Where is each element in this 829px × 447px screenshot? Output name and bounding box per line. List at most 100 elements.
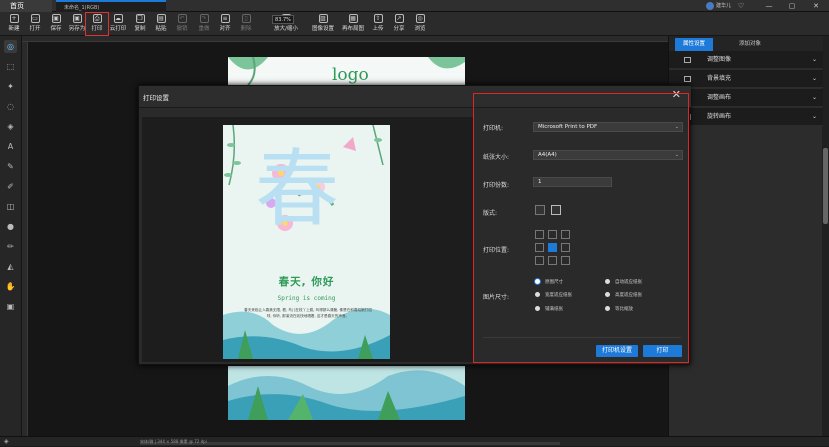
undo-icon: ↶ — [177, 14, 187, 23]
avatar[interactable] — [706, 2, 714, 10]
tab-home[interactable]: 首页 — [0, 0, 52, 12]
portrait-layout-icon[interactable] — [535, 205, 545, 215]
image-size-radio[interactable]: 原图尺寸 — [535, 279, 563, 286]
panel-row-background-fill[interactable]: 背景填充 ⌄ — [669, 70, 823, 88]
printer-icon: ⎙ — [92, 14, 102, 23]
panel-row-adjust-canvas[interactable]: 调整画布 ⌄ — [669, 89, 823, 107]
pen-tool-icon[interactable]: ✎ — [4, 160, 17, 173]
text-tool-icon[interactable]: A — [4, 140, 17, 153]
minimize-icon[interactable]: — — [762, 0, 776, 12]
toolbar-label: 删除 — [240, 26, 252, 32]
tab-add-object[interactable]: 添加对象 — [731, 38, 769, 51]
toolbar-image-settings-button[interactable]: ▨ 图像设置 — [312, 13, 334, 35]
zoom-tool-icon[interactable]: ◎ — [4, 40, 17, 53]
toolbar-save-as-button[interactable]: ▣ 另存为 — [66, 13, 88, 35]
image-size-radio[interactable]: 高度适应纸张 — [605, 292, 642, 299]
scroll-thumb[interactable] — [823, 148, 828, 224]
panel-row-label: 调整画布 — [707, 94, 732, 101]
toolbar-printer-button[interactable]: ⎙ 打印 — [85, 12, 109, 36]
panel-tabs: 属性设置 添加对象 — [669, 36, 823, 51]
toolbar-browse-button[interactable]: ◎ 浏览 — [409, 13, 431, 35]
open-folder-icon: ▭ — [30, 14, 40, 23]
lasso-icon[interactable]: ◌ — [4, 100, 17, 113]
eraser-icon[interactable]: ◫ — [4, 200, 17, 213]
vertical-scrollbar[interactable] — [822, 36, 829, 436]
chevron-down-icon: ⌄ — [674, 124, 679, 130]
marquee-tool-icon[interactable]: ⬚ — [4, 60, 17, 73]
toolbar-label: 上传 — [372, 26, 384, 32]
image-size-radio[interactable]: 等比缩放 — [605, 306, 633, 313]
new-icon: + — [9, 14, 19, 23]
main-toolbar: +新建▭打开▣保存▣另存为⎙打印☁云打印❐复制▤粘贴↶撤销↷重做≡对齐▯删除⊕放… — [0, 12, 829, 36]
print-button[interactable]: 打印 — [643, 345, 682, 357]
toolbar-label: 放大/缩小 — [274, 26, 298, 32]
magic-wand-icon[interactable]: ✦ — [4, 80, 17, 93]
fill-icon[interactable]: ◈ — [4, 120, 17, 133]
radio-label: 自动适应纸张 — [615, 280, 642, 285]
dialog-title: 打印设置 — [143, 94, 169, 102]
close-window-icon[interactable]: ✕ — [809, 0, 823, 12]
toolbar-new-button[interactable]: + 新建 — [3, 13, 25, 35]
tab-properties[interactable]: 属性设置 — [675, 38, 713, 51]
position-cell[interactable] — [548, 256, 557, 265]
layers-icon[interactable]: ◈ — [4, 438, 9, 445]
toolbar-label: 图像设置 — [312, 26, 335, 32]
blur-icon[interactable]: ● — [4, 220, 17, 233]
position-label: 打印位置: — [483, 247, 510, 254]
panel-row-rotate-canvas[interactable]: 旋转画布 ⌄ — [669, 108, 823, 126]
image-size-radio[interactable]: 铺满纸张 — [535, 306, 563, 313]
brush-icon[interactable]: ✐ — [4, 180, 17, 193]
position-cell[interactable] — [548, 243, 557, 252]
toolbar-undo-button[interactable]: ↶ 撤销 — [171, 13, 193, 35]
save-as-icon: ▣ — [72, 14, 82, 23]
copies-input[interactable]: 1 — [533, 177, 612, 187]
toolbar-share-button[interactable]: ↗ 分享 — [388, 13, 410, 35]
canvas-image-top[interactable]: logo — [228, 57, 465, 87]
image-size-radio[interactable]: 宽度适应纸张 — [535, 292, 572, 299]
position-cell[interactable] — [561, 230, 570, 239]
toolbar-label: 撤销 — [176, 26, 188, 32]
printer-value: Microsoft Print to PDF — [538, 124, 598, 130]
username[interactable]: 建华儿 — [716, 1, 731, 11]
paper-size-select[interactable]: A4(A4) ⌄ — [533, 150, 683, 160]
toolbar-save-button[interactable]: ▣ 保存 — [45, 13, 67, 35]
chevron-down-icon: ⌄ — [811, 56, 817, 63]
pencil-icon[interactable]: ✏ — [4, 240, 17, 253]
poster-glyph: 春 — [255, 140, 340, 238]
canvas-image-bottom[interactable] — [228, 366, 465, 420]
position-cell[interactable] — [561, 243, 570, 252]
position-cell[interactable] — [561, 256, 570, 265]
toolbar-upload-button[interactable]: ⇧ 上传 — [367, 13, 389, 35]
toolbar-open-folder-button[interactable]: ▭ 打开 — [24, 13, 46, 35]
printer-settings-button[interactable]: 打印机设置 — [596, 345, 638, 357]
toolbar-relayout-button[interactable]: ▦ 再布局图 — [342, 13, 364, 35]
shape-icon[interactable]: ◭ — [4, 260, 17, 273]
landscape-layout-icon[interactable] — [551, 205, 561, 215]
paper-size-label: 纸张大小: — [483, 154, 510, 161]
panel-row-adjust-image[interactable]: 调整图像 ⌄ — [669, 51, 823, 69]
toolbar-copy-button[interactable]: ❐ 复制 — [129, 13, 151, 35]
position-cell[interactable] — [535, 256, 544, 265]
toolbar-paste-button[interactable]: ▤ 粘贴 — [150, 13, 172, 35]
toolbar-cloud-print-button[interactable]: ☁ 云打印 — [107, 13, 129, 35]
toolbar-label: 新建 — [8, 26, 20, 32]
printer-select[interactable]: Microsoft Print to PDF ⌄ — [533, 122, 683, 132]
position-cell[interactable] — [548, 230, 557, 239]
zoom-input[interactable]: 83.7% — [272, 15, 294, 24]
align-icon: ≡ — [220, 14, 230, 23]
crop-icon[interactable]: ▣ — [4, 300, 17, 313]
image-size-radio[interactable]: 自动适应纸张 — [605, 279, 642, 286]
radio-dot-icon — [605, 292, 610, 297]
toolbar-align-button[interactable]: ≡ 对齐 — [214, 13, 236, 35]
radio-dot-icon — [535, 306, 540, 311]
favorite-icon[interactable]: ♡ — [734, 0, 748, 12]
poster-headline: 春天, 你好 — [278, 276, 335, 288]
position-cell[interactable] — [535, 243, 544, 252]
toolbar-delete-button[interactable]: ▯ 删除 — [235, 13, 257, 35]
redo-icon: ↷ — [199, 14, 209, 23]
tab-document[interactable]: 未命名_1(RGB) — [56, 0, 166, 12]
position-cell[interactable] — [535, 230, 544, 239]
maximize-icon[interactable]: ▢ — [785, 0, 799, 12]
hand-icon[interactable]: ✋ — [4, 280, 17, 293]
toolbar-redo-button[interactable]: ↷ 重做 — [193, 13, 215, 35]
